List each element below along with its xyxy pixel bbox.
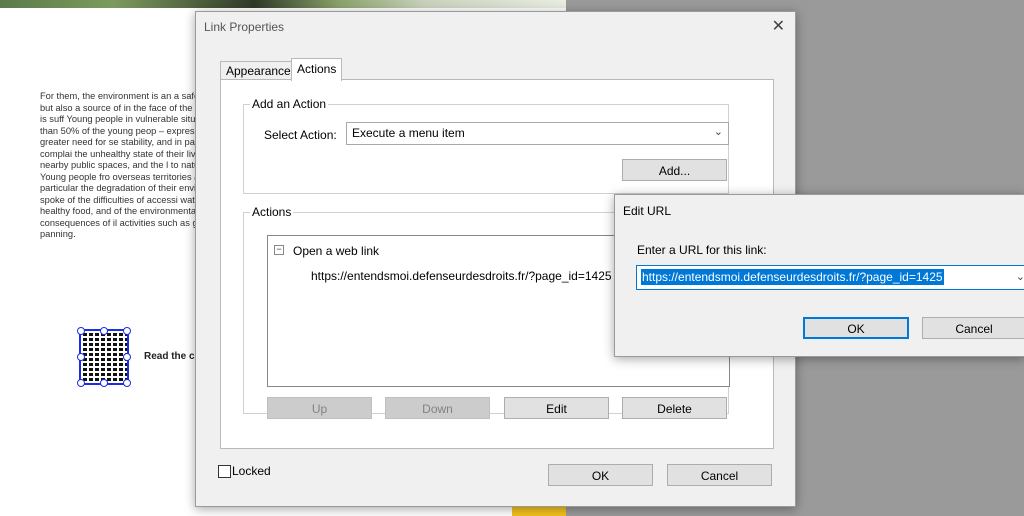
edit-url-title: Edit URL <box>623 204 672 218</box>
tree-item-url[interactable]: https://entendsmoi.defenseurdesdroits.fr… <box>311 269 612 283</box>
url-ok-button[interactable]: OK <box>803 317 909 339</box>
url-prompt-label: Enter a URL for this link: <box>637 243 767 257</box>
ok-button[interactable]: OK <box>548 464 653 486</box>
tab-actions[interactable]: Actions <box>291 58 343 81</box>
edit-url-dialog: Edit URL Enter a URL for this link: http… <box>614 194 1024 357</box>
add-action-button[interactable]: Add... <box>622 159 727 181</box>
actions-group-title: Actions <box>250 205 294 219</box>
chevron-down-icon[interactable]: ⌄ <box>1016 270 1024 283</box>
dialog-title: Link Properties <box>204 20 285 34</box>
qr-caption: Read the c <box>144 351 195 362</box>
select-action-dropdown[interactable]: Execute a menu item ⌄ <box>346 122 729 145</box>
tree-item-open-web-link[interactable]: Open a web link <box>293 244 379 258</box>
edit-button[interactable]: Edit <box>504 397 609 419</box>
locked-label: Locked <box>232 464 271 478</box>
url-input-value: https://entendsmoi.defenseurdesdroits.fr… <box>641 269 944 285</box>
chevron-down-icon: ⌄ <box>713 126 723 138</box>
add-action-group: Add an Action Select Action: Execute a m… <box>243 97 729 194</box>
resize-handle[interactable] <box>100 379 108 387</box>
resize-handle[interactable] <box>77 379 85 387</box>
document-photo <box>0 0 566 8</box>
cancel-button[interactable]: Cancel <box>667 464 772 486</box>
down-button[interactable]: Down <box>385 397 490 419</box>
resize-handle[interactable] <box>77 353 85 361</box>
url-input[interactable]: https://entendsmoi.defenseurdesdroits.fr… <box>636 265 1024 290</box>
resize-handle[interactable] <box>77 327 85 335</box>
tab-appearance[interactable]: Appearance <box>220 61 297 81</box>
add-action-group-title: Add an Action <box>250 97 329 111</box>
resize-handle[interactable] <box>123 353 131 361</box>
url-cancel-button[interactable]: Cancel <box>922 317 1024 339</box>
resize-handle[interactable] <box>123 327 131 335</box>
resize-handle[interactable] <box>123 379 131 387</box>
collapse-icon[interactable]: − <box>274 245 284 255</box>
select-action-label: Select Action: <box>264 128 337 142</box>
resize-handle[interactable] <box>100 327 108 335</box>
close-icon[interactable]: ✕ <box>772 16 785 36</box>
locked-checkbox[interactable] <box>218 465 231 478</box>
qr-code-image <box>79 329 129 385</box>
select-action-value: Execute a menu item <box>352 126 465 140</box>
up-button[interactable]: Up <box>267 397 372 419</box>
delete-button[interactable]: Delete <box>622 397 727 419</box>
qr-code-selection[interactable] <box>77 327 131 387</box>
